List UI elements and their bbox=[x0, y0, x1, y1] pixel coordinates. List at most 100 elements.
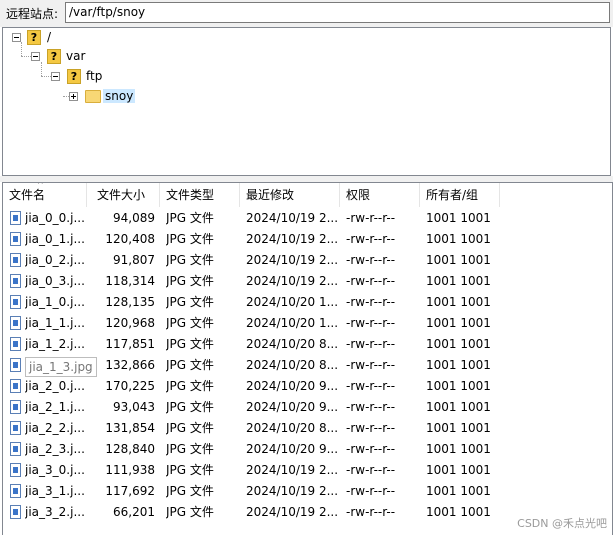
tree-node-snoy[interactable]: snoy bbox=[3, 88, 203, 106]
file-owner: 1001 1001 bbox=[426, 379, 491, 393]
table-row[interactable]: jia_0_2.j... 91,807 JPG 文件 2024/10/19 2... -… bbox=[3, 250, 612, 271]
file-list-header: ^ 文件名 文件大小 文件类型 最近修改 权限 所有者/组 bbox=[3, 183, 612, 207]
expand-icon[interactable] bbox=[69, 92, 78, 101]
column-header-permissions[interactable]: 权限 bbox=[340, 183, 420, 207]
file-owner: 1001 1001 bbox=[426, 337, 491, 351]
file-size: 128,135 bbox=[105, 295, 155, 309]
directory-tree: ? / ? var ? ftp snoy bbox=[2, 27, 611, 176]
file-list: ^ 文件名 文件大小 文件类型 最近修改 权限 所有者/组 jia_0_0.j.… bbox=[2, 182, 613, 535]
file-size: 111,938 bbox=[105, 463, 155, 477]
table-row[interactable]: jia_3_0.j... 111,938 JPG 文件 2024/10/19 2...… bbox=[3, 460, 612, 481]
file-modified: 2024/10/20 9... bbox=[246, 379, 338, 393]
file-permissions: -rw-r--r-- bbox=[346, 253, 396, 267]
file-modified: 2024/10/19 2... bbox=[246, 484, 338, 498]
jpg-file-icon bbox=[10, 232, 21, 246]
file-size: 93,043 bbox=[113, 400, 155, 414]
file-type: JPG 文件 bbox=[166, 463, 214, 477]
table-row[interactable]: jia_1_1.j... 120,968 JPG 文件 2024/10/20 1...… bbox=[3, 313, 612, 334]
file-permissions: -rw-r--r-- bbox=[346, 358, 396, 372]
file-type: JPG 文件 bbox=[166, 442, 214, 456]
file-permissions: -rw-r--r-- bbox=[346, 505, 396, 519]
file-permissions: -rw-r--r-- bbox=[346, 442, 396, 456]
file-size: 66,201 bbox=[113, 505, 155, 519]
file-name: jia_0_1.j... bbox=[25, 232, 85, 246]
table-row[interactable]: jia_3_1.j... 117,692 JPG 文件 2024/10/19 2...… bbox=[3, 481, 612, 502]
table-row[interactable]: jia_0_1.j... 120,408 JPG 文件 2024/10/19 2...… bbox=[3, 229, 612, 250]
file-type: JPG 文件 bbox=[166, 484, 214, 498]
file-size: 132,866 bbox=[105, 358, 155, 372]
remote-site-bar: 远程站点: /var/ftp/snoy bbox=[0, 0, 613, 27]
watermark-text: CSDN @禾点光吧 bbox=[517, 517, 607, 530]
column-header-filename[interactable]: ^ 文件名 bbox=[3, 183, 87, 207]
unknown-folder-icon: ? bbox=[47, 49, 61, 64]
file-name: jia_1_2.j... bbox=[25, 337, 85, 351]
collapse-icon[interactable] bbox=[51, 72, 60, 81]
file-type: JPG 文件 bbox=[166, 337, 214, 351]
table-row[interactable]: jia_1_0.j... 128,135 JPG 文件 2024/10/20 1...… bbox=[3, 292, 612, 313]
file-modified: 2024/10/19 2... bbox=[246, 505, 338, 519]
file-permissions: -rw-r--r-- bbox=[346, 379, 396, 393]
file-name: jia_1_1.j... bbox=[25, 316, 85, 330]
table-row[interactable]: jia_1_2.j... 117,851 JPG 文件 2024/10/20 8...… bbox=[3, 334, 612, 355]
file-type: JPG 文件 bbox=[166, 274, 214, 288]
file-size: 128,840 bbox=[105, 442, 155, 456]
file-permissions: -rw-r--r-- bbox=[346, 295, 396, 309]
sort-ascending-icon: ^ bbox=[37, 182, 44, 189]
file-size: 131,854 bbox=[105, 421, 155, 435]
jpg-file-icon bbox=[10, 295, 21, 309]
file-name: jia_3_0.j... bbox=[25, 463, 85, 477]
table-row[interactable]: jia_2_2.j... 131,854 JPG 文件 2024/10/20 8...… bbox=[3, 418, 612, 439]
file-name: jia_0_2.j... bbox=[25, 253, 85, 267]
file-size: 120,408 bbox=[105, 232, 155, 246]
file-type: JPG 文件 bbox=[166, 232, 214, 246]
jpg-file-icon bbox=[10, 253, 21, 267]
file-name: jia_2_1.j... bbox=[25, 400, 85, 414]
jpg-file-icon bbox=[10, 316, 21, 330]
tree-node-root[interactable]: ? / bbox=[3, 28, 203, 46]
jpg-file-icon bbox=[10, 211, 21, 225]
file-modified: 2024/10/19 2... bbox=[246, 463, 338, 477]
folder-icon bbox=[85, 90, 101, 103]
tree-node-label-selected: snoy bbox=[103, 89, 136, 103]
tree-node-ftp[interactable]: ? ftp bbox=[3, 68, 203, 86]
file-permissions: -rw-r--r-- bbox=[346, 232, 396, 246]
file-modified: 2024/10/20 1... bbox=[246, 316, 338, 330]
column-header-modified[interactable]: 最近修改 bbox=[240, 183, 340, 207]
file-owner: 1001 1001 bbox=[426, 484, 491, 498]
file-owner: 1001 1001 bbox=[426, 253, 491, 267]
column-header-size[interactable]: 文件大小 bbox=[87, 183, 160, 207]
column-header-owner[interactable]: 所有者/组 bbox=[420, 183, 500, 207]
file-type: JPG 文件 bbox=[166, 295, 214, 309]
column-header-type[interactable]: 文件类型 bbox=[160, 183, 240, 207]
file-owner: 1001 1001 bbox=[426, 505, 491, 519]
file-owner: 1001 1001 bbox=[426, 442, 491, 456]
file-owner: 1001 1001 bbox=[426, 295, 491, 309]
remote-path-input[interactable]: /var/ftp/snoy bbox=[65, 2, 610, 23]
file-permissions: -rw-r--r-- bbox=[346, 400, 396, 414]
filename-tooltip: jia_1_3.jpg bbox=[25, 357, 97, 377]
tree-node-var[interactable]: ? var bbox=[3, 48, 203, 66]
file-type: JPG 文件 bbox=[166, 211, 214, 225]
table-row[interactable]: jia_2_0.j... 170,225 JPG 文件 2024/10/20 9...… bbox=[3, 376, 612, 397]
file-modified: 2024/10/19 2... bbox=[246, 253, 338, 267]
collapse-icon[interactable] bbox=[12, 33, 21, 42]
jpg-file-icon bbox=[10, 442, 21, 456]
table-row[interactable]: jia_0_3.j... 118,314 JPG 文件 2024/10/19 2...… bbox=[3, 271, 612, 292]
file-modified: 2024/10/19 2... bbox=[246, 211, 338, 225]
table-row[interactable]: jia_2_1.j... 93,043 JPG 文件 2024/10/20 9... -… bbox=[3, 397, 612, 418]
file-name: jia_2_2.j... bbox=[25, 421, 85, 435]
file-modified: 2024/10/20 9... bbox=[246, 442, 338, 456]
file-modified: 2024/10/20 8... bbox=[246, 358, 338, 372]
file-modified: 2024/10/19 2... bbox=[246, 232, 338, 246]
remote-site-label: 远程站点: bbox=[6, 7, 59, 21]
table-row[interactable]: jia_0_0.j... 94,089 JPG 文件 2024/10/19 2... -… bbox=[3, 208, 612, 229]
collapse-icon[interactable] bbox=[31, 52, 40, 61]
jpg-file-icon bbox=[10, 421, 21, 435]
file-permissions: -rw-r--r-- bbox=[346, 337, 396, 351]
file-size: 117,692 bbox=[105, 484, 155, 498]
table-row[interactable]: jia_2_3.j... 128,840 JPG 文件 2024/10/20 9...… bbox=[3, 439, 612, 460]
jpg-file-icon bbox=[10, 337, 21, 351]
file-name: jia_3_2.j... bbox=[25, 505, 85, 519]
tree-node-label: var bbox=[66, 49, 86, 63]
file-owner: 1001 1001 bbox=[426, 316, 491, 330]
